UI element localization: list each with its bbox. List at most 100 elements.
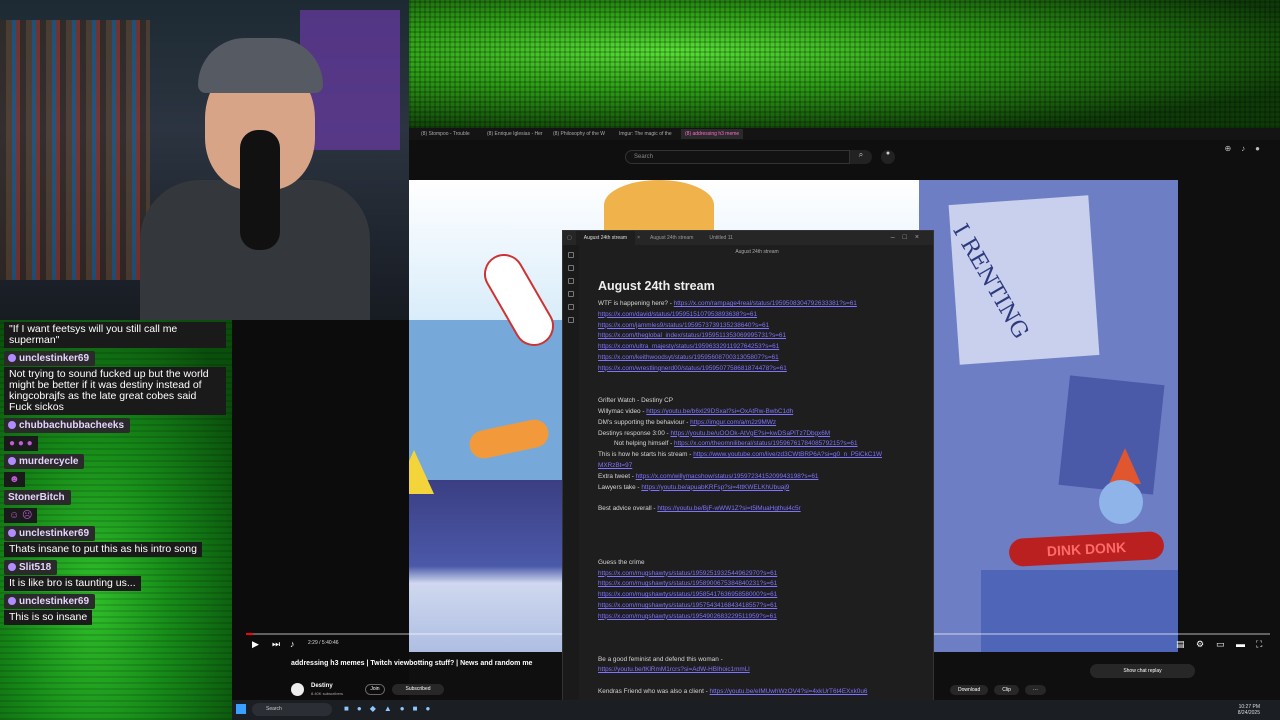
chat-username[interactable]: Slit518	[4, 560, 58, 575]
app-icon[interactable]: ■	[413, 704, 426, 713]
note-link[interactable]: https://youtu.be/eIMUwhWzOV4?si=4xkUrT6t…	[710, 688, 868, 695]
note-link[interactable]: https://youtu.be/tKlRmM1rcrs?si=AdW-HBIh…	[598, 666, 750, 673]
note-link[interactable]: https://x.com/mugshawtys/status/19592519…	[598, 570, 777, 577]
note-link[interactable]: https://x.com/rampage4real/status/195950…	[674, 300, 857, 307]
browser-tab[interactable]: Imgur: The magic of the	[615, 129, 677, 139]
channel-name[interactable]: Destiny	[311, 683, 333, 689]
miniplayer-icon[interactable]: ▭	[1216, 639, 1225, 650]
browser-tab[interactable]: (8) Philosophy of the W	[549, 129, 611, 139]
fullscreen-icon[interactable]: ⛶	[1256, 639, 1262, 650]
join-button[interactable]: Join	[365, 684, 385, 695]
note-link[interactable]: https://www.youtube.com/live/zd3CWtBRP6A…	[693, 451, 882, 458]
note-link[interactable]: https://x.com/david/status/1959515107953…	[598, 311, 757, 318]
template-icon[interactable]	[568, 291, 574, 297]
note-link[interactable]: https://x.com/willymacshow/status/195972…	[636, 473, 819, 480]
note-line: Lawyers take - https://youtu.be/apuabKRF…	[598, 483, 928, 494]
note-link[interactable]: https://youtu.be/uOOOk-AtVgE?si=kwDSaPlT…	[670, 430, 830, 437]
note-link[interactable]: MXRzBt=97	[598, 462, 632, 469]
notes-tab[interactable]: August 24th stream	[642, 231, 701, 245]
chat-username[interactable]: murdercycle	[4, 454, 85, 469]
notes-sidebar	[563, 245, 579, 719]
browser-tab[interactable]: (8) Stompoo - Trouble	[417, 129, 479, 139]
app-icon[interactable]: ●	[400, 704, 413, 713]
notes-side-toggle[interactable]: ▢	[563, 231, 576, 245]
browser-tab[interactable]: (8) Enrique Iglesias - Her	[483, 129, 545, 139]
minimize-icon[interactable]: –	[891, 234, 903, 241]
bell-icon[interactable]: ♪	[1241, 144, 1255, 153]
more-button[interactable]: ···	[1024, 685, 1046, 695]
note-link[interactable]: https://imgur.com/a/m2z9MWz	[690, 419, 776, 426]
terminal-icon[interactable]	[568, 304, 574, 310]
chat-username[interactable]: unclestinker69	[4, 351, 96, 366]
note-link[interactable]: https://x.com/theglobal_index/status/195…	[598, 332, 786, 339]
maximize-icon[interactable]: □	[903, 234, 915, 241]
note-line: https://youtu.be/tKlRmM1rcrs?si=AdW-HBIh…	[598, 665, 928, 676]
note-link[interactable]: https://x.com/theomniliberal/status/1959…	[674, 440, 858, 447]
search-input[interactable]: Search	[625, 150, 850, 164]
chat-username-label: murdercycle	[19, 456, 79, 467]
captions-icon[interactable]: ▤	[1176, 639, 1185, 650]
note-text: Be a good feminist and defend this woman…	[598, 655, 723, 663]
chat-username[interactable]: StonerBitch	[4, 490, 71, 505]
volume-icon[interactable]: ♪	[290, 639, 295, 649]
download-button[interactable]: Download	[950, 685, 989, 695]
browser-icon[interactable]: ●	[357, 704, 370, 713]
chat-username[interactable]: unclestinker69	[4, 594, 96, 609]
note-link[interactable]: https://x.com/mugshawtys/status/19549026…	[598, 613, 777, 620]
note-text: Destinys response 3:00 -	[598, 429, 671, 437]
store-icon[interactable]: ◆	[370, 704, 384, 713]
note-link[interactable]: https://x.com/wrestlingnerd00/status/195…	[598, 365, 787, 372]
subscribed-button[interactable]: Subscribed	[392, 684, 444, 695]
create-icon[interactable]: ⊕	[1224, 144, 1241, 153]
chat-username[interactable]: unclestinker69	[4, 526, 96, 541]
close-icon[interactable]: ×	[635, 231, 642, 245]
close-icon[interactable]: ×	[915, 234, 927, 241]
note-link[interactable]: https://x.com/mugshawtys/status/19589006…	[598, 580, 777, 587]
play-icon[interactable]: ▶	[252, 639, 259, 650]
note-header: August 24th stream	[735, 249, 779, 255]
mic-icon[interactable]: ●	[881, 150, 895, 164]
notes-tab[interactable]: Untitled 11	[701, 231, 741, 245]
command-icon[interactable]	[568, 317, 574, 323]
app-icon[interactable]: ●	[425, 704, 438, 713]
browser-tab-strip: (8) Stompoo - Trouble (8) Enrique Iglesi…	[409, 128, 1280, 140]
note-link[interactable]: https://youtu.be/b6xl29DSxaI?si=OxAtRw-B…	[646, 408, 793, 415]
note-link[interactable]: https://youtu.be/apuabKRFsp?si=4ttKWELKh…	[641, 484, 789, 491]
gear-icon[interactable]: ⚙	[1196, 639, 1204, 650]
note-link[interactable]: https://x.com/jammles9/status/1959573739…	[598, 322, 769, 329]
chat-replay-button[interactable]: Show chat replay	[1090, 664, 1195, 678]
note-line: https://x.com/jammles9/status/1959573739…	[598, 321, 928, 332]
notes-tab-active[interactable]: August 24th stream	[575, 231, 636, 245]
taskbar-search[interactable]: Search	[252, 703, 332, 716]
bookshelf	[0, 20, 150, 280]
next-icon[interactable]: ⏭	[272, 639, 280, 650]
clip-button[interactable]: Clip	[994, 685, 1019, 695]
chat-username-label: unclestinker69	[19, 596, 90, 607]
search-icon[interactable]: ⌕	[850, 150, 872, 164]
chat-username-label: Slit518	[19, 562, 52, 573]
note-link[interactable]: https://x.com/mugshawtys/status/19585417…	[598, 591, 777, 598]
theater-icon[interactable]: ▬	[1236, 639, 1245, 649]
avatar[interactable]	[291, 683, 304, 696]
taskbar-apps: ■●◆▲●■●	[344, 704, 438, 713]
note-link[interactable]: https://x.com/keithwoodsyt/status/195956…	[598, 354, 779, 361]
files-icon[interactable]	[568, 252, 574, 258]
chat-panel: "If I want feetsys will you still call m…	[0, 320, 232, 720]
browser-tab-active[interactable]: (8) addressing h3 meme	[681, 129, 743, 139]
avatar[interactable]: ●	[1255, 144, 1270, 153]
note-link[interactable]: https://youtu.be/BjF-wWW1Z?si=t5lMuaHgth…	[657, 505, 800, 512]
graph-icon[interactable]	[568, 278, 574, 284]
note-link[interactable]: https://x.com/mugshawtys/status/19575434…	[598, 602, 777, 609]
mail-icon[interactable]: ▲	[384, 704, 400, 713]
note-line: https://x.com/keithwoodsyt/status/195956…	[598, 353, 928, 364]
chat-username[interactable]: chubbachubbacheeks	[4, 418, 131, 433]
note-text: Grifter Watch - Destiny CP	[598, 397, 674, 405]
calendar-icon[interactable]	[568, 265, 574, 271]
folder-icon[interactable]: ■	[344, 704, 357, 713]
windows-start-icon[interactable]	[236, 704, 246, 714]
note-link[interactable]: https://x.com/ultra_majesty/status/19596…	[598, 343, 779, 350]
chat-message: unclestinker69 This is so insane	[4, 591, 232, 625]
badge-icon	[8, 354, 16, 363]
